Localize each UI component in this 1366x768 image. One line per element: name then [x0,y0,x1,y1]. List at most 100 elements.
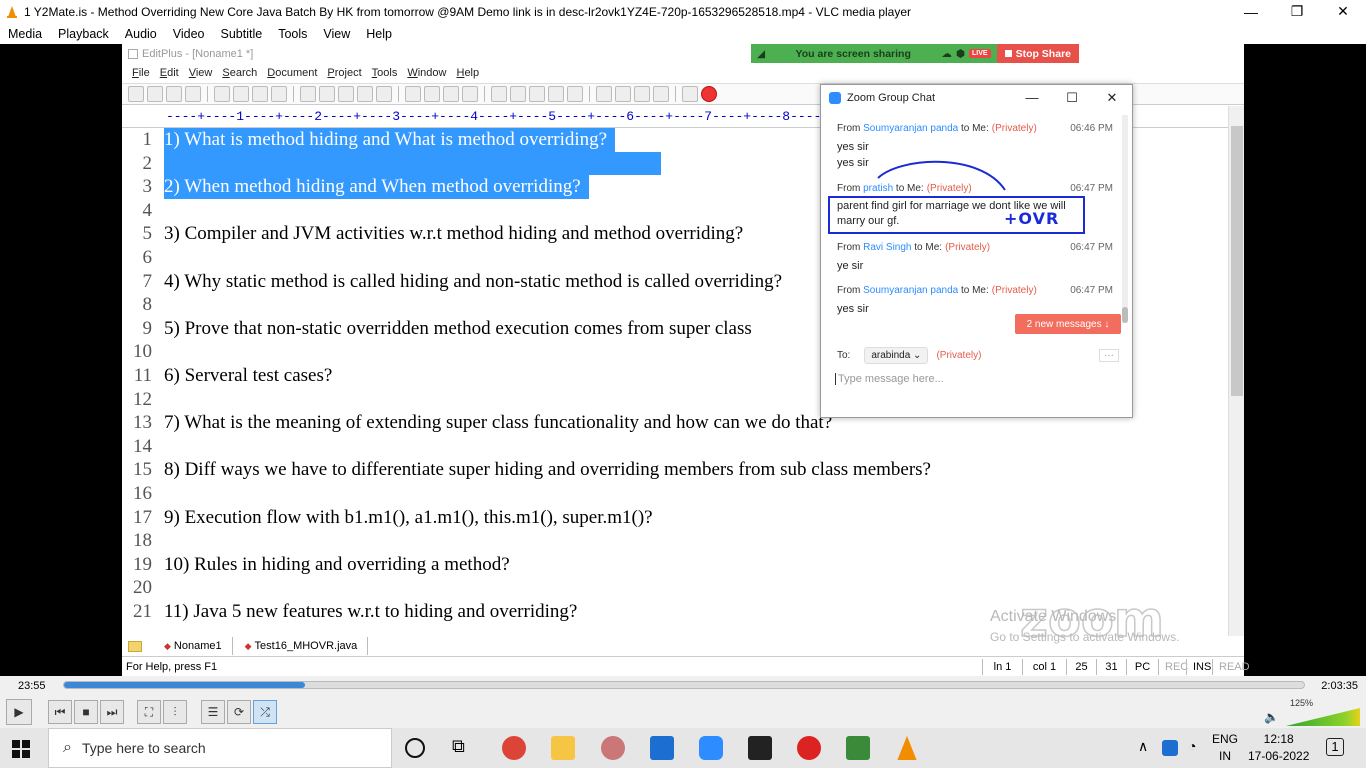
layout-icon[interactable] [596,86,612,102]
print-preview-icon[interactable] [214,86,230,102]
tab-noname1[interactable]: ◆ Noname1 [152,637,233,655]
editor-line[interactable] [164,482,1228,506]
paste-icon[interactable] [338,86,354,102]
redo-icon[interactable] [376,86,392,102]
minimize-button[interactable]: — [1228,0,1274,23]
replace-icon[interactable] [424,86,440,102]
volume-slider[interactable] [1286,708,1360,726]
windows-start-icon[interactable] [12,740,30,758]
spell-check-icon[interactable] [252,86,268,102]
new-messages-button[interactable]: 2 new messages ↓ [1015,314,1121,334]
loop-button[interactable]: ⟳ [227,700,251,724]
notification-center-icon[interactable]: 1 [1326,738,1344,756]
open-file-icon[interactable] [147,86,163,102]
sharing-indicator[interactable]: ◢ You are screen sharing ☁ ⬢ LIVE [751,44,997,63]
chat-minimize-button[interactable]: — [1012,90,1052,106]
more-options-icon[interactable]: ··· [1099,349,1119,362]
msg-sender[interactable]: Soumyaranjan panda [863,123,958,134]
chat-message-input[interactable]: Type message here... [835,373,1115,385]
sticky-notes-icon[interactable] [748,736,772,760]
ep-menu-document[interactable]: Document [263,67,323,79]
ep-menu-view[interactable]: View [185,67,219,79]
save-icon[interactable] [166,86,182,102]
extended-settings-button[interactable]: ⫶ [163,700,187,724]
seek-slider[interactable] [63,681,1305,689]
menu-video[interactable]: Video [165,27,213,41]
cortana-icon[interactable] [405,738,425,758]
previous-button[interactable]: ⏮ [48,700,72,724]
playlist-button[interactable]: ☰ [201,700,225,724]
menu-help[interactable]: Help [358,27,400,41]
editor-line[interactable]: 10) Rules in hiding and overriding a met… [164,553,1228,577]
save-all-icon[interactable] [185,86,201,102]
chat-scrollbar[interactable] [1122,115,1128,323]
print-icon[interactable] [233,86,249,102]
help-icon[interactable] [682,86,698,102]
snipping-tool-icon[interactable] [601,736,625,760]
tools-icon[interactable] [634,86,650,102]
chat-maximize-button[interactable]: ☐ [1052,90,1092,106]
copy-icon[interactable] [319,86,335,102]
chat-close-button[interactable]: ✕ [1092,90,1132,106]
find-icon[interactable] [405,86,421,102]
chrome-icon[interactable] [502,736,526,760]
zoom-app-icon[interactable] [699,736,723,760]
msg-sender[interactable]: Ravi Singh [863,242,911,253]
ep-menu-window[interactable]: Window [403,67,452,79]
editor-vertical-scrollbar[interactable] [1228,106,1244,668]
menu-tools[interactable]: Tools [270,27,315,41]
new-file-icon[interactable] [128,86,144,102]
fullscreen-button[interactable]: ⛶ [137,700,161,724]
stop-button[interactable]: ■ [74,700,98,724]
maximize-button[interactable]: ❐ [1274,0,1320,23]
show-hidden-icons-icon[interactable]: ∧ [1138,738,1162,762]
line-number-icon[interactable] [548,86,564,102]
menu-view[interactable]: View [315,27,358,41]
next-button[interactable]: ⏭ [100,700,124,724]
goto-icon[interactable] [462,86,478,102]
editor-line[interactable]: 9) Execution flow with b1.m1(), a1.m1(),… [164,506,1228,530]
wifi-icon[interactable]: ◔ [1188,738,1212,762]
screen-icon[interactable] [567,86,583,102]
ep-menu-edit[interactable]: Edit [156,67,185,79]
editor-line[interactable]: 8) Diff ways we have to differentiate su… [164,458,1228,482]
ep-menu-search[interactable]: Search [218,67,263,79]
task-view-icon[interactable]: ⧉ [452,736,476,760]
file-explorer-icon[interactable] [551,736,575,760]
find-in-files-icon[interactable] [443,86,459,102]
cut-icon[interactable] [300,86,316,102]
ep-menu-project[interactable]: Project [323,67,367,79]
stop-icon[interactable] [701,86,717,102]
ruler-icon[interactable] [529,86,545,102]
language-indicator[interactable]: ENG IN [1212,731,1238,765]
vlc-app-icon[interactable] [897,736,917,760]
menu-media[interactable]: Media [0,27,50,41]
cliptext-icon[interactable] [653,86,669,102]
tab-test16[interactable]: ◆ Test16_MHOVR.java [233,637,369,655]
font-icon[interactable] [491,86,507,102]
recipient-dropdown[interactable]: arabinda ⌄ [864,347,929,364]
add-icon[interactable] [1162,740,1178,756]
play-button[interactable]: ▶ [6,699,32,725]
ep-menu-file[interactable]: File [128,67,156,79]
menu-playback[interactable]: Playback [50,27,117,41]
folder-icon[interactable] [128,640,142,652]
scrollbar-thumb[interactable] [1231,126,1243,396]
recorder-icon[interactable] [797,736,821,760]
tile-icon[interactable] [615,86,631,102]
taskbar-clock[interactable]: 12:18 17-06-2022 [1248,731,1309,765]
editor-line[interactable] [164,529,1228,553]
ep-menu-help[interactable]: Help [452,67,485,79]
menu-subtitle[interactable]: Subtitle [213,27,271,41]
stop-share-button[interactable]: Stop Share [996,44,1079,63]
close-button[interactable]: ✕ [1320,0,1366,23]
menu-audio[interactable]: Audio [117,27,165,41]
shuffle-button[interactable]: ⤮ [253,700,277,724]
editor-line[interactable] [164,435,1228,459]
msg-sender[interactable]: Soumyaranjan panda [863,285,958,296]
editplus-app-icon[interactable] [846,736,870,760]
microsoft-store-icon[interactable] [650,736,674,760]
undo-icon[interactable] [357,86,373,102]
word-wrap-icon[interactable] [510,86,526,102]
browser-icon[interactable] [271,86,287,102]
